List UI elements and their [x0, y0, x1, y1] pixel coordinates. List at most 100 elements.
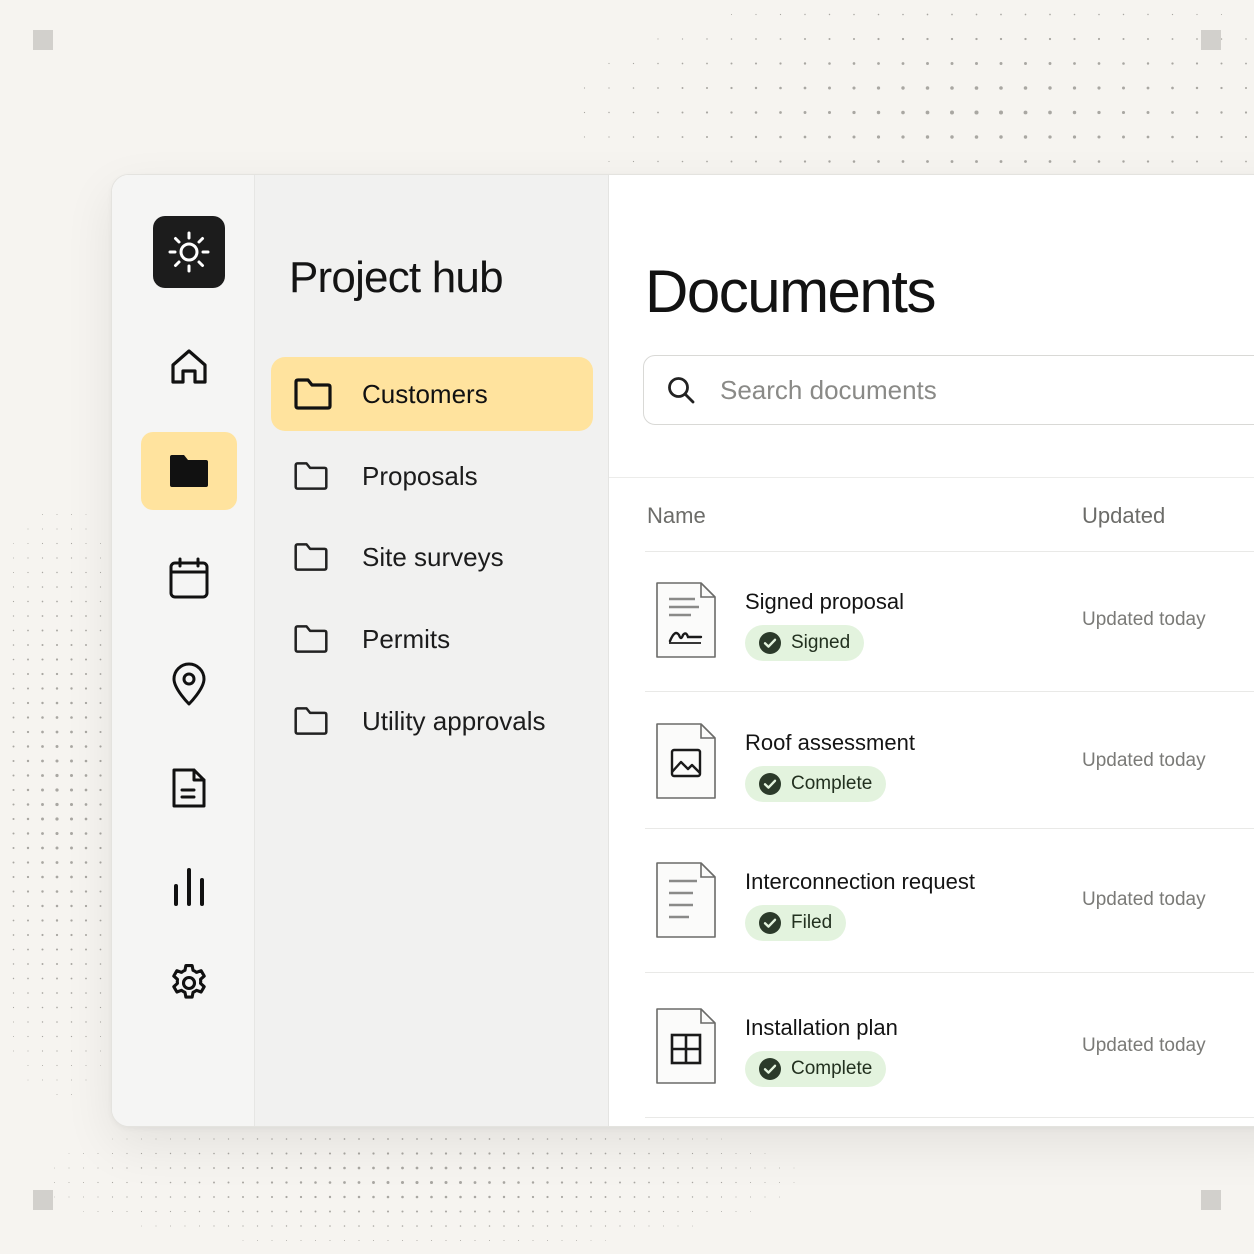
dot	[926, 37, 929, 41]
dot	[227, 1225, 230, 1227]
table-row[interactable]: Signed proposal Signed Updated today	[645, 553, 1254, 691]
dot	[730, 62, 733, 65]
dot	[85, 1050, 87, 1052]
search-input[interactable]	[720, 374, 1240, 406]
dot	[632, 62, 635, 65]
dot	[1147, 38, 1149, 40]
dot	[198, 1196, 201, 1198]
document-name[interactable]: Installation plan	[745, 1015, 898, 1041]
dot	[692, 1225, 693, 1227]
dot	[1171, 13, 1174, 16]
dot	[681, 38, 684, 40]
dot	[444, 1180, 448, 1185]
column-header-updated[interactable]: Updated	[1082, 503, 1165, 529]
dot	[70, 1006, 73, 1009]
dot	[1122, 160, 1125, 163]
dot	[473, 1210, 477, 1213]
dot	[648, 1138, 650, 1140]
dot	[26, 890, 30, 893]
dot	[41, 963, 44, 965]
dot	[54, 1182, 55, 1183]
dot	[270, 1166, 274, 1170]
dot	[560, 1181, 564, 1184]
nav-folders[interactable]	[141, 432, 237, 510]
dot	[358, 1239, 360, 1242]
folder-icon	[294, 543, 328, 571]
dot	[99, 673, 102, 675]
table-row[interactable]: Roof assessment Complete Updated today	[645, 694, 1254, 832]
folder-label: Site surveys	[362, 541, 504, 572]
search-box[interactable]	[643, 355, 1254, 425]
check-circle-icon	[759, 773, 781, 795]
updated-text: Updated today	[1082, 609, 1206, 630]
dot	[285, 1181, 288, 1184]
dot	[41, 528, 44, 530]
document-name[interactable]: Roof assessment	[745, 730, 915, 756]
table-row[interactable]: Installation plan Complete Updated today	[645, 979, 1254, 1117]
dot	[99, 730, 102, 734]
dot	[70, 919, 73, 922]
dot	[126, 1210, 128, 1213]
dot	[590, 1152, 592, 1155]
dot	[828, 62, 831, 65]
dot	[720, 1152, 723, 1155]
table-row[interactable]: Interconnection request Filed Updated to…	[645, 833, 1254, 971]
dot	[84, 701, 88, 705]
dot	[1024, 13, 1027, 16]
dot	[779, 160, 782, 163]
dot	[358, 1225, 360, 1227]
dot	[27, 571, 29, 574]
dot	[546, 1225, 549, 1227]
dot	[502, 1152, 506, 1155]
folder-label: Proposals	[362, 460, 478, 491]
nav-documents[interactable]	[141, 749, 237, 827]
dot	[608, 136, 610, 138]
dot	[1146, 135, 1150, 139]
folder-item-customers[interactable]: Customers	[271, 357, 593, 431]
folder-item-utility-approvals[interactable]: Utility approvals	[271, 684, 593, 758]
dot	[575, 1166, 578, 1170]
dot	[583, 136, 586, 138]
dot	[632, 160, 635, 163]
text-document-icon	[656, 862, 716, 938]
dot	[126, 1167, 128, 1169]
dot	[619, 1181, 621, 1184]
dot	[12, 571, 15, 574]
dot	[70, 687, 73, 690]
dot	[430, 1166, 433, 1170]
divider	[609, 477, 1254, 478]
nav-locations[interactable]	[141, 645, 237, 723]
dot	[70, 977, 73, 980]
document-name[interactable]: Signed proposal	[745, 589, 904, 615]
brand-logo[interactable]	[153, 216, 225, 288]
dot	[803, 62, 807, 65]
dot	[271, 1152, 273, 1155]
nav-calendar[interactable]	[141, 539, 237, 617]
dot	[99, 890, 102, 893]
folder-item-permits[interactable]: Permits	[271, 602, 593, 676]
dot	[444, 1195, 448, 1199]
document-name[interactable]: Interconnection request	[745, 869, 975, 895]
dot	[99, 948, 102, 951]
dot	[99, 817, 102, 821]
dot	[1171, 160, 1174, 163]
dot	[1171, 111, 1174, 114]
dot	[531, 1166, 535, 1170]
dot	[561, 1240, 563, 1241]
column-header-name[interactable]: Name	[647, 503, 706, 529]
folder-item-site-surveys[interactable]: Site surveys	[271, 520, 593, 594]
dot	[56, 1064, 58, 1067]
dot	[155, 1181, 157, 1184]
dot	[401, 1239, 404, 1242]
dot	[271, 1210, 273, 1213]
nav-home[interactable]	[141, 328, 237, 406]
dot	[155, 1152, 157, 1155]
dot	[705, 111, 709, 114]
folder-item-proposals[interactable]: Proposals	[271, 439, 593, 513]
nav-settings[interactable]	[141, 944, 237, 1022]
nav-analytics[interactable]	[141, 848, 237, 926]
dot	[27, 557, 29, 559]
dot	[41, 759, 44, 763]
dot	[488, 1138, 491, 1140]
dot	[692, 1138, 693, 1140]
